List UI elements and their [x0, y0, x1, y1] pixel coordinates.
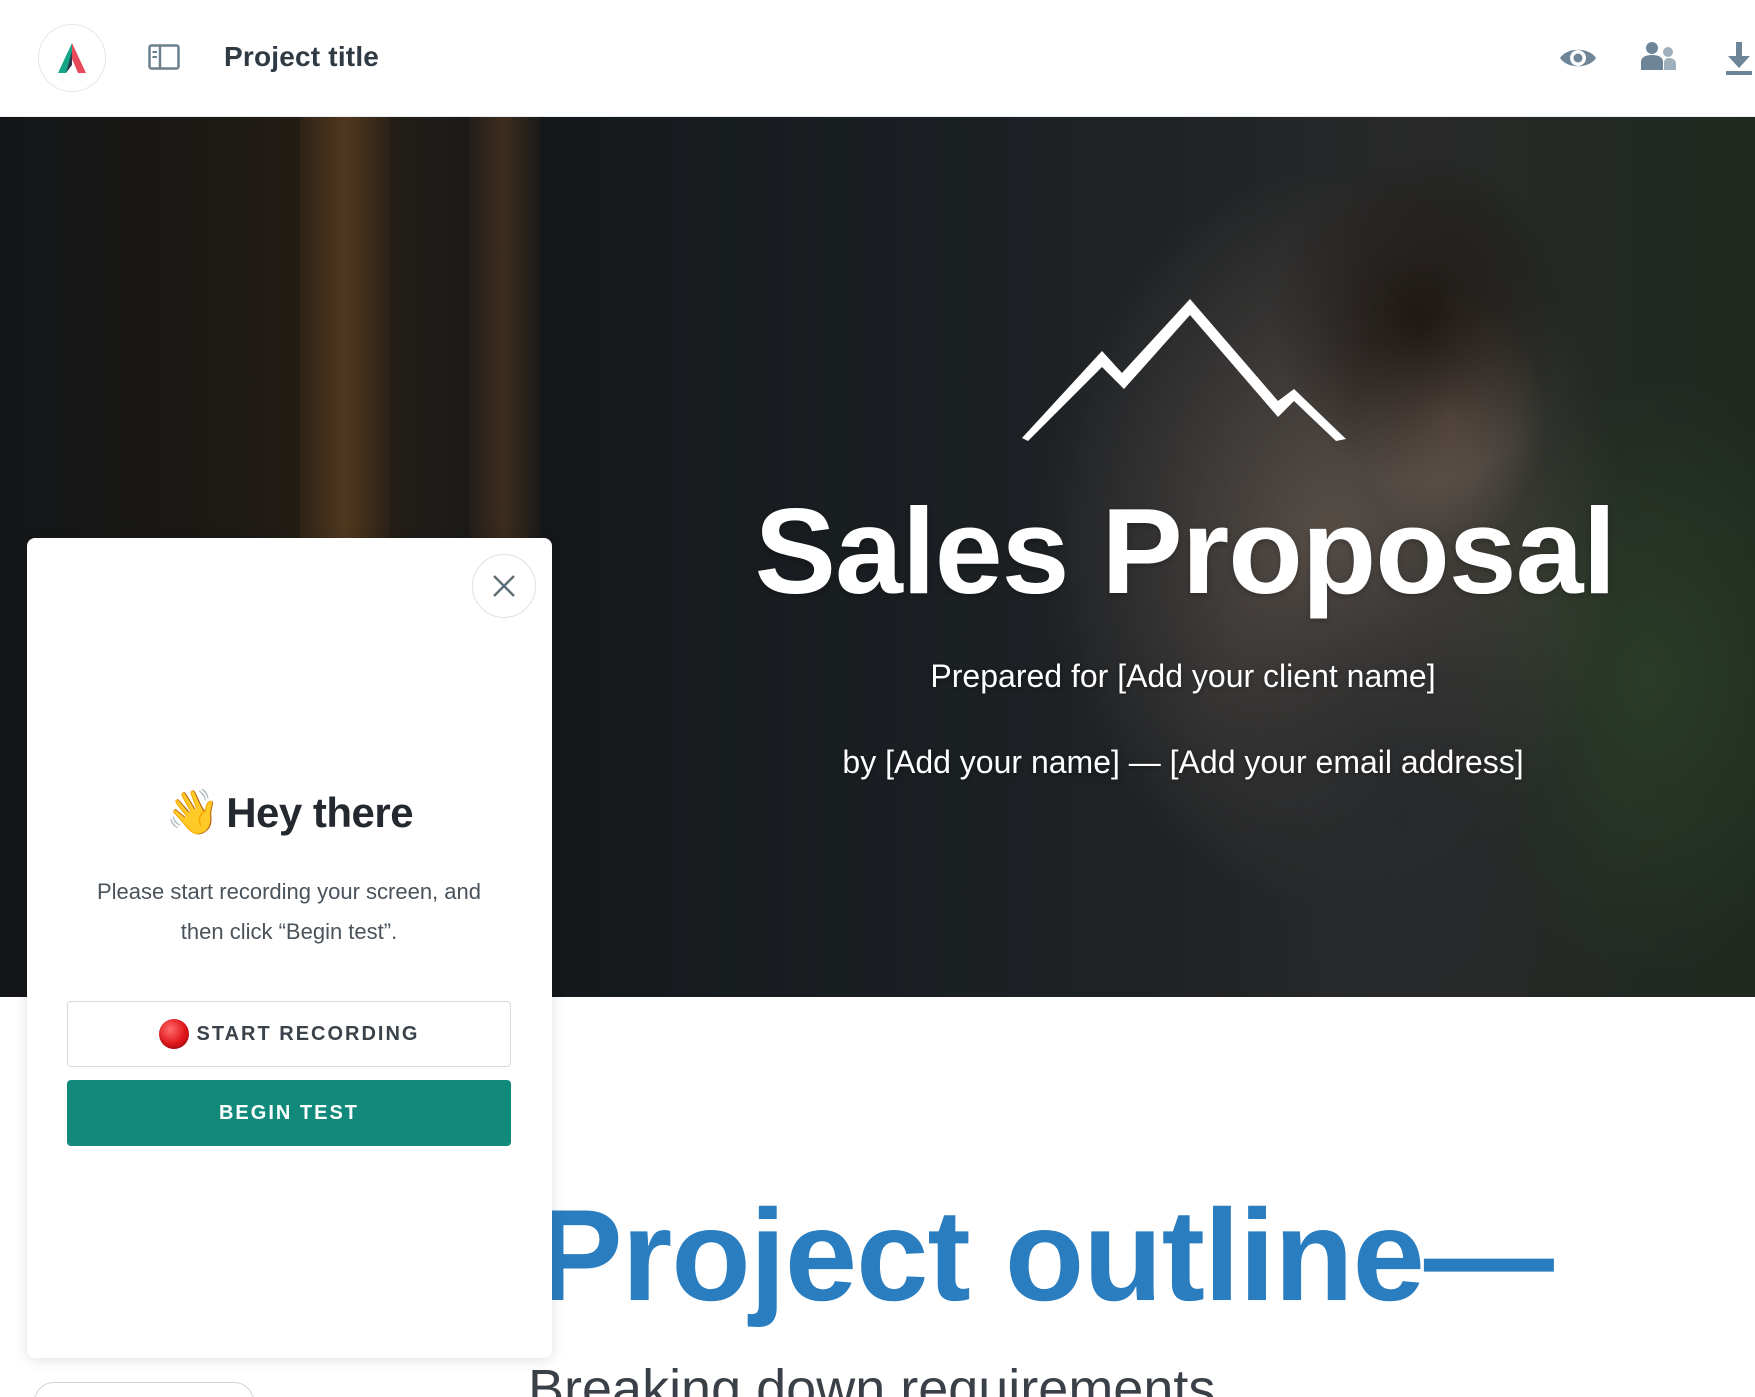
eye-icon[interactable] — [1558, 38, 1598, 83]
close-button[interactable] — [472, 554, 536, 618]
greeting-text: Hey there — [226, 789, 414, 836]
begin-test-button[interactable]: BEGIN TEST — [67, 1080, 511, 1146]
begin-test-label: BEGIN TEST — [218, 1101, 359, 1124]
top-bar: Project title — [0, 0, 1755, 117]
mountain-logo-icon — [1020, 293, 1350, 448]
recording-panel: 👋 Hey there Please start recording your s… — [27, 538, 552, 1358]
instructions-text: Please start recording your screen, and … — [97, 879, 481, 944]
project-title[interactable]: Project title — [224, 41, 379, 73]
close-icon — [493, 575, 515, 597]
record-dot-icon — [158, 1019, 189, 1049]
start-recording-label: START RECORDING — [196, 1022, 420, 1045]
section-heading: Project outline— — [536, 1182, 1554, 1328]
greeting-heading: 👋 Hey there — [27, 786, 552, 838]
start-recording-button[interactable]: START RECORDING — [67, 1001, 511, 1067]
section-subheading: Breaking down requirements — [528, 1359, 1216, 1397]
sidebar-toggle-icon[interactable] — [148, 44, 180, 70]
app-logo-icon[interactable] — [38, 24, 106, 92]
bottom-pill-button[interactable] — [34, 1382, 254, 1397]
share-users-icon[interactable] — [1638, 38, 1678, 83]
wave-hand-icon: 👋 — [165, 788, 221, 837]
download-icon[interactable] — [1722, 38, 1755, 83]
